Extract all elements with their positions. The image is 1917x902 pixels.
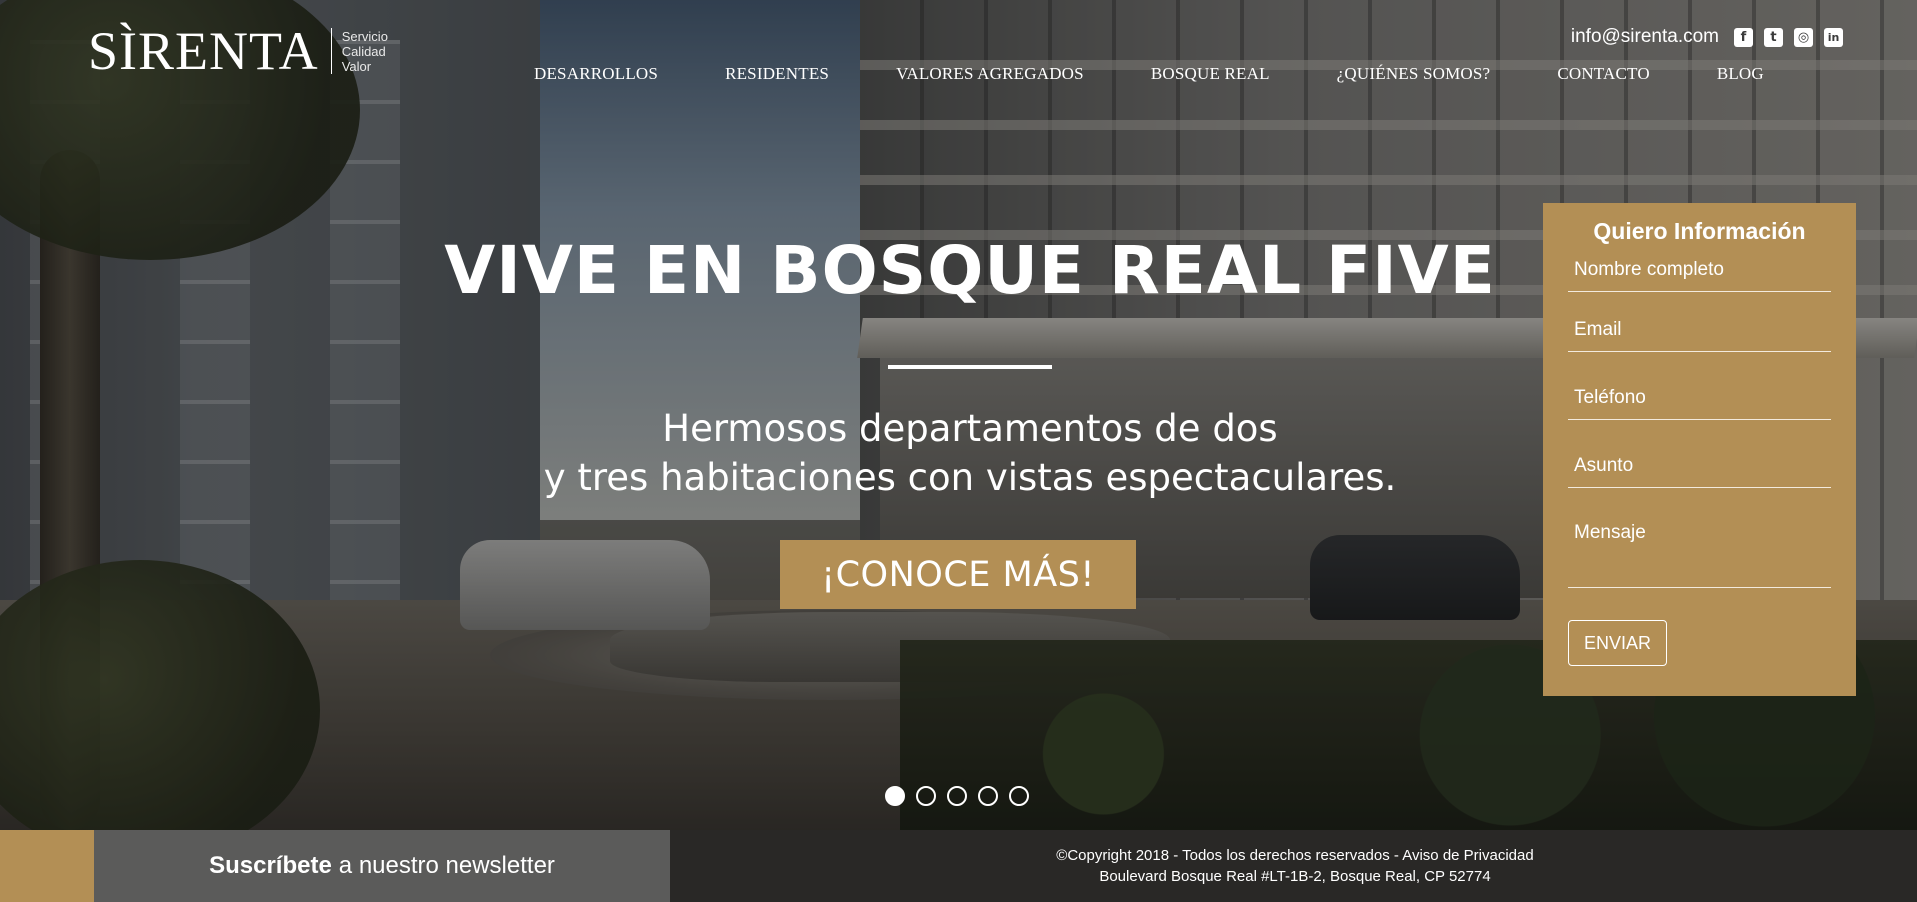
info-request-form: Quiero Información ENVIAR: [1543, 203, 1856, 696]
tagline-line: Valor: [341, 58, 372, 74]
nav-item-valores-agregados[interactable]: VALORES AGREGADOS: [896, 64, 1084, 84]
hero-subheading: Hermosos departamentos de dos y tres hab…: [420, 404, 1520, 502]
facebook-icon[interactable]: f: [1734, 27, 1753, 47]
slide-dot[interactable]: [1009, 786, 1029, 806]
name-input[interactable]: [1568, 259, 1831, 292]
newsletter-signup-button[interactable]: Suscríbete a nuestro newsletter: [94, 830, 670, 902]
footer-accent-block: [0, 830, 94, 902]
subhead-line: Hermosos departamentos de dos: [662, 407, 1278, 450]
linkedin-icon[interactable]: in: [1824, 27, 1843, 47]
top-contact-bar: info@sirenta.com f t ◎ in: [1571, 26, 1843, 48]
slide-dot[interactable]: [947, 786, 967, 806]
nav-item-bosque-real[interactable]: BOSQUE REAL: [1151, 64, 1270, 84]
copyright-text: ©Copyright 2018 - Todos los derechos res…: [1056, 847, 1534, 864]
email-link[interactable]: info@sirenta.com: [1571, 26, 1719, 48]
slide-dot-active[interactable]: [885, 786, 905, 806]
logo-wordmark: SÌRENTA: [88, 21, 319, 81]
name-field-wrap: [1568, 246, 1831, 292]
subject-field-wrap: [1568, 428, 1831, 496]
subject-input[interactable]: [1568, 455, 1831, 488]
address-text: Boulevard Bosque Real #LT-1B-2, Bosque R…: [1099, 868, 1491, 885]
conoce-mas-button[interactable]: ¡CONOCE MÁS!: [780, 540, 1136, 609]
hero-headline: VIVE EN BOSQUE REAL FIVE: [444, 232, 1496, 309]
phone-input[interactable]: [1568, 387, 1831, 420]
tagline-line: Servicio: [341, 28, 388, 44]
instagram-icon[interactable]: ◎: [1794, 27, 1813, 47]
message-textarea[interactable]: [1568, 518, 1831, 588]
email-input[interactable]: [1568, 319, 1831, 352]
nav-item-contacto[interactable]: CONTACTO: [1557, 64, 1650, 84]
footer: Suscríbete a nuestro newsletter ©Copyrig…: [0, 830, 1917, 902]
nav-item-desarrollos[interactable]: DESARROLLOS: [534, 64, 658, 84]
phone-field-wrap: [1568, 360, 1831, 428]
nav-item-quienes-somos[interactable]: ¿QUIÉNES SOMOS?: [1337, 64, 1491, 84]
slider-dots: [885, 786, 1029, 806]
logo-divider: [330, 28, 332, 74]
nav-item-residentes[interactable]: RESIDENTES: [725, 64, 829, 84]
form-title: Quiero Información: [1593, 218, 1806, 244]
logo[interactable]: SÌRENTA Servicio Calidad Valor: [88, 24, 388, 78]
main-nav: DESARROLLOS RESIDENTES VALORES AGREGADOS…: [534, 64, 1764, 84]
enviar-button[interactable]: ENVIAR: [1568, 620, 1667, 666]
subhead-line: y tres habitaciones con vistas espectacu…: [543, 456, 1397, 499]
newsletter-text: a nuestro newsletter: [338, 852, 555, 879]
footer-legal: ©Copyright 2018 - Todos los derechos res…: [1010, 845, 1580, 887]
nav-item-blog[interactable]: BLOG: [1717, 64, 1764, 84]
twitter-icon[interactable]: t: [1764, 27, 1783, 47]
logo-tagline: Servicio Calidad Valor: [342, 29, 388, 74]
email-field-wrap: [1568, 292, 1831, 360]
slide-dot[interactable]: [978, 786, 998, 806]
headline-divider: [888, 365, 1052, 369]
tagline-line: Calidad: [341, 43, 386, 59]
newsletter-bold-text: Suscríbete: [209, 852, 332, 879]
message-field-wrap: [1568, 496, 1831, 588]
slide-dot[interactable]: [916, 786, 936, 806]
